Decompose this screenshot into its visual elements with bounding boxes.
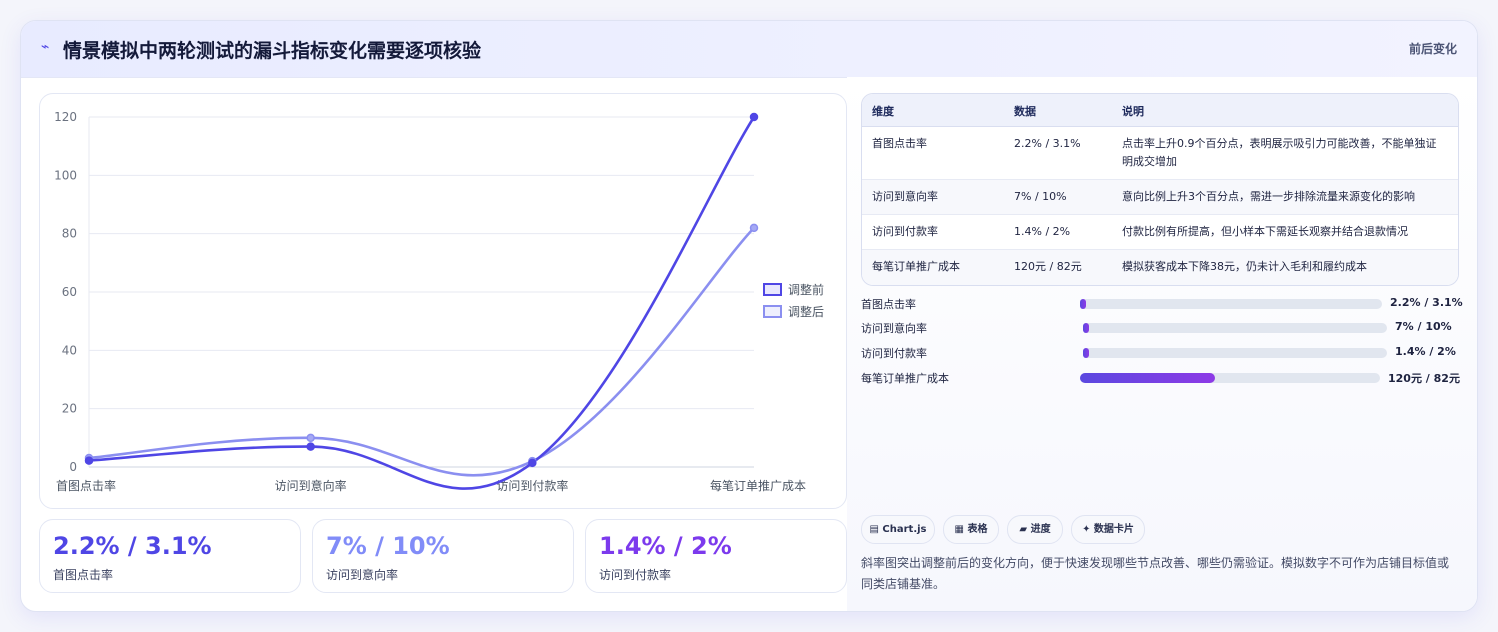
chart-note: 斜率图突出调整前后的变化方向，便于快速发现哪些节点改善、哪些仍需验证。模拟数字不… bbox=[861, 556, 1450, 591]
y-tick-label: 20 bbox=[62, 402, 77, 416]
kpi-label: 访问到付款率 bbox=[599, 568, 672, 582]
data-point bbox=[306, 442, 315, 451]
legend-label: 调整前 bbox=[788, 282, 824, 297]
legend-swatch bbox=[763, 283, 782, 296]
progress-fill bbox=[1080, 299, 1087, 309]
progress-fill bbox=[1083, 323, 1090, 333]
kpi-card-2: 7% / 10% 访问到意向率 bbox=[312, 519, 574, 593]
table-row: 每笔订单推广成本 120元 / 82元 模拟获客成本下降38元，仍未计入毛利和履… bbox=[862, 250, 1458, 285]
progress-track bbox=[1083, 323, 1387, 333]
progress-value: 7% / 10% bbox=[1395, 320, 1452, 333]
data-table: 维度 数据 说明 首图点击率 2.2% / 3.1% 点击率上升0.9个百分点，… bbox=[861, 93, 1459, 286]
x-tick-label: 首图点击率 bbox=[56, 478, 116, 493]
table-cell-data: 120元 / 82元 bbox=[1014, 260, 1082, 273]
table-cell-dim: 访问到付款率 bbox=[872, 225, 938, 238]
progress-row: 每笔订单推广成本 120元 / 82元 bbox=[861, 368, 1461, 388]
table-cell-data: 7% / 10% bbox=[1014, 190, 1067, 203]
trend-icon: ⌁ bbox=[41, 39, 50, 55]
y-tick-label: 100 bbox=[54, 168, 77, 182]
kpi-value: 7% / 10% bbox=[326, 532, 450, 560]
table-cell-desc: 意向比例上升3个百分点，需进一步排除流量来源变化的影响 bbox=[1122, 190, 1415, 203]
data-point bbox=[749, 223, 759, 233]
progress-track bbox=[1080, 299, 1382, 309]
x-tick-label: 访问到付款率 bbox=[496, 478, 568, 493]
progress-value: 120元 / 82元 bbox=[1388, 372, 1460, 385]
table-header-desc: 说明 bbox=[1122, 105, 1144, 118]
progress-track bbox=[1080, 373, 1380, 383]
y-tick-label: 0 bbox=[69, 460, 77, 474]
progress-value: 1.4% / 2% bbox=[1395, 345, 1456, 358]
kpi-card-1: 2.2% / 3.1% 首图点击率 bbox=[39, 519, 301, 593]
kpi-card-3: 1.4% / 2% 访问到付款率 bbox=[585, 519, 847, 593]
table-cell-dim: 每笔订单推广成本 bbox=[872, 260, 960, 273]
kpi-label: 首图点击率 bbox=[53, 568, 114, 582]
line-chart: 0 20 40 60 80 100 120 首图点击率 访问到意向率 访问到付款率 每笔订单推广成本… bbox=[54, 110, 824, 493]
dashboard-card: ⌁ 情景模拟中两轮测试的漏斗指标变化需要逐项核验 前后变化 0 20 40 60 80 1… bbox=[20, 20, 1478, 612]
series-line-2 bbox=[88, 226, 755, 477]
table-cell-dim: 首图点击率 bbox=[872, 137, 927, 150]
data-point bbox=[84, 456, 94, 465]
page-title: 情景模拟中两轮测试的漏斗指标变化需要逐项核验 bbox=[63, 40, 482, 62]
kpi-value: 1.4% / 2% bbox=[599, 532, 732, 560]
table-header-data: 数据 bbox=[1014, 105, 1036, 118]
progress-row: 访问到付款率 1.4% / 2% bbox=[861, 343, 1461, 363]
table-cell-data: 2.2% / 3.1% bbox=[1014, 137, 1081, 150]
y-tick-label: 80 bbox=[62, 227, 77, 241]
tag-progress[interactable]: ▰ 进度 bbox=[1007, 515, 1063, 544]
table-row: 首图点击率 2.2% / 3.1% 点击率上升0.9个百分点，表明展示吸引力可能… bbox=[862, 127, 1458, 180]
progress-label: 访问到意向率 bbox=[861, 322, 927, 335]
y-tick-label: 40 bbox=[62, 343, 77, 357]
tag-chartjs[interactable]: ▤ Chart.js bbox=[861, 515, 935, 544]
line-chart-panel: 0 20 40 60 80 100 120 首图点击率 访问到意向率 访问到付款率 每笔订单推广成本… bbox=[39, 93, 847, 509]
progress-row: 首图点击率 2.2% / 3.1% bbox=[861, 294, 1463, 314]
table-cell-data: 1.4% / 2% bbox=[1014, 225, 1071, 238]
table-row: 访问到付款率 1.4% / 2% 付款比例有所提高，但小样本下需延长观察并结合退… bbox=[862, 215, 1458, 250]
data-point bbox=[306, 433, 315, 443]
progress-fill bbox=[1083, 348, 1090, 358]
table-header-dim: 维度 bbox=[872, 105, 894, 118]
x-tick-label: 每笔订单推广成本 bbox=[710, 478, 806, 493]
progress-fill bbox=[1080, 373, 1215, 383]
legend-swatch bbox=[763, 305, 782, 318]
progress-track bbox=[1083, 348, 1387, 358]
card-header: ⌁ 情景模拟中两轮测试的漏斗指标变化需要逐项核验 前后变化 bbox=[21, 21, 1477, 78]
table-row: 访问到意向率 7% / 10% 意向比例上升3个百分点，需进一步排除流量来源变化… bbox=[862, 180, 1458, 215]
kpi-value: 2.2% / 3.1% bbox=[53, 532, 212, 560]
header-tag: 前后变化 bbox=[1408, 42, 1457, 56]
progress-label: 每笔订单推广成本 bbox=[861, 372, 949, 385]
tag-data-card[interactable]: ✦ 数据卡片 bbox=[1071, 515, 1145, 544]
table-header: 维度 数据 说明 bbox=[862, 94, 1458, 127]
data-point bbox=[749, 112, 759, 122]
x-tick-label: 访问到意向率 bbox=[275, 478, 347, 493]
legend-label: 调整后 bbox=[788, 304, 824, 319]
progress-value: 2.2% / 3.1% bbox=[1390, 296, 1463, 309]
progress-label: 访问到付款率 bbox=[861, 347, 927, 360]
tag-table[interactable]: ▦ 表格 bbox=[943, 515, 999, 544]
table-cell-dim: 访问到意向率 bbox=[872, 190, 938, 203]
series-line-1 bbox=[88, 116, 756, 490]
y-tick-label: 120 bbox=[54, 110, 77, 124]
data-point bbox=[528, 458, 537, 468]
table-cell-desc: 模拟获客成本下降38元，仍未计入毛利和履约成本 bbox=[1122, 260, 1367, 273]
kpi-label: 访问到意向率 bbox=[326, 568, 399, 582]
progress-row: 访问到意向率 7% / 10% bbox=[861, 318, 1461, 338]
progress-label: 首图点击率 bbox=[861, 298, 916, 311]
y-tick-label: 60 bbox=[62, 285, 77, 299]
table-cell-desc: 付款比例有所提高，但小样本下需延长观察并结合退款情况 bbox=[1122, 225, 1408, 238]
table-cell-desc: 点击率上升0.9个百分点，表明展示吸引力可能改善，不能单独证明成交增加 bbox=[1122, 137, 1437, 168]
